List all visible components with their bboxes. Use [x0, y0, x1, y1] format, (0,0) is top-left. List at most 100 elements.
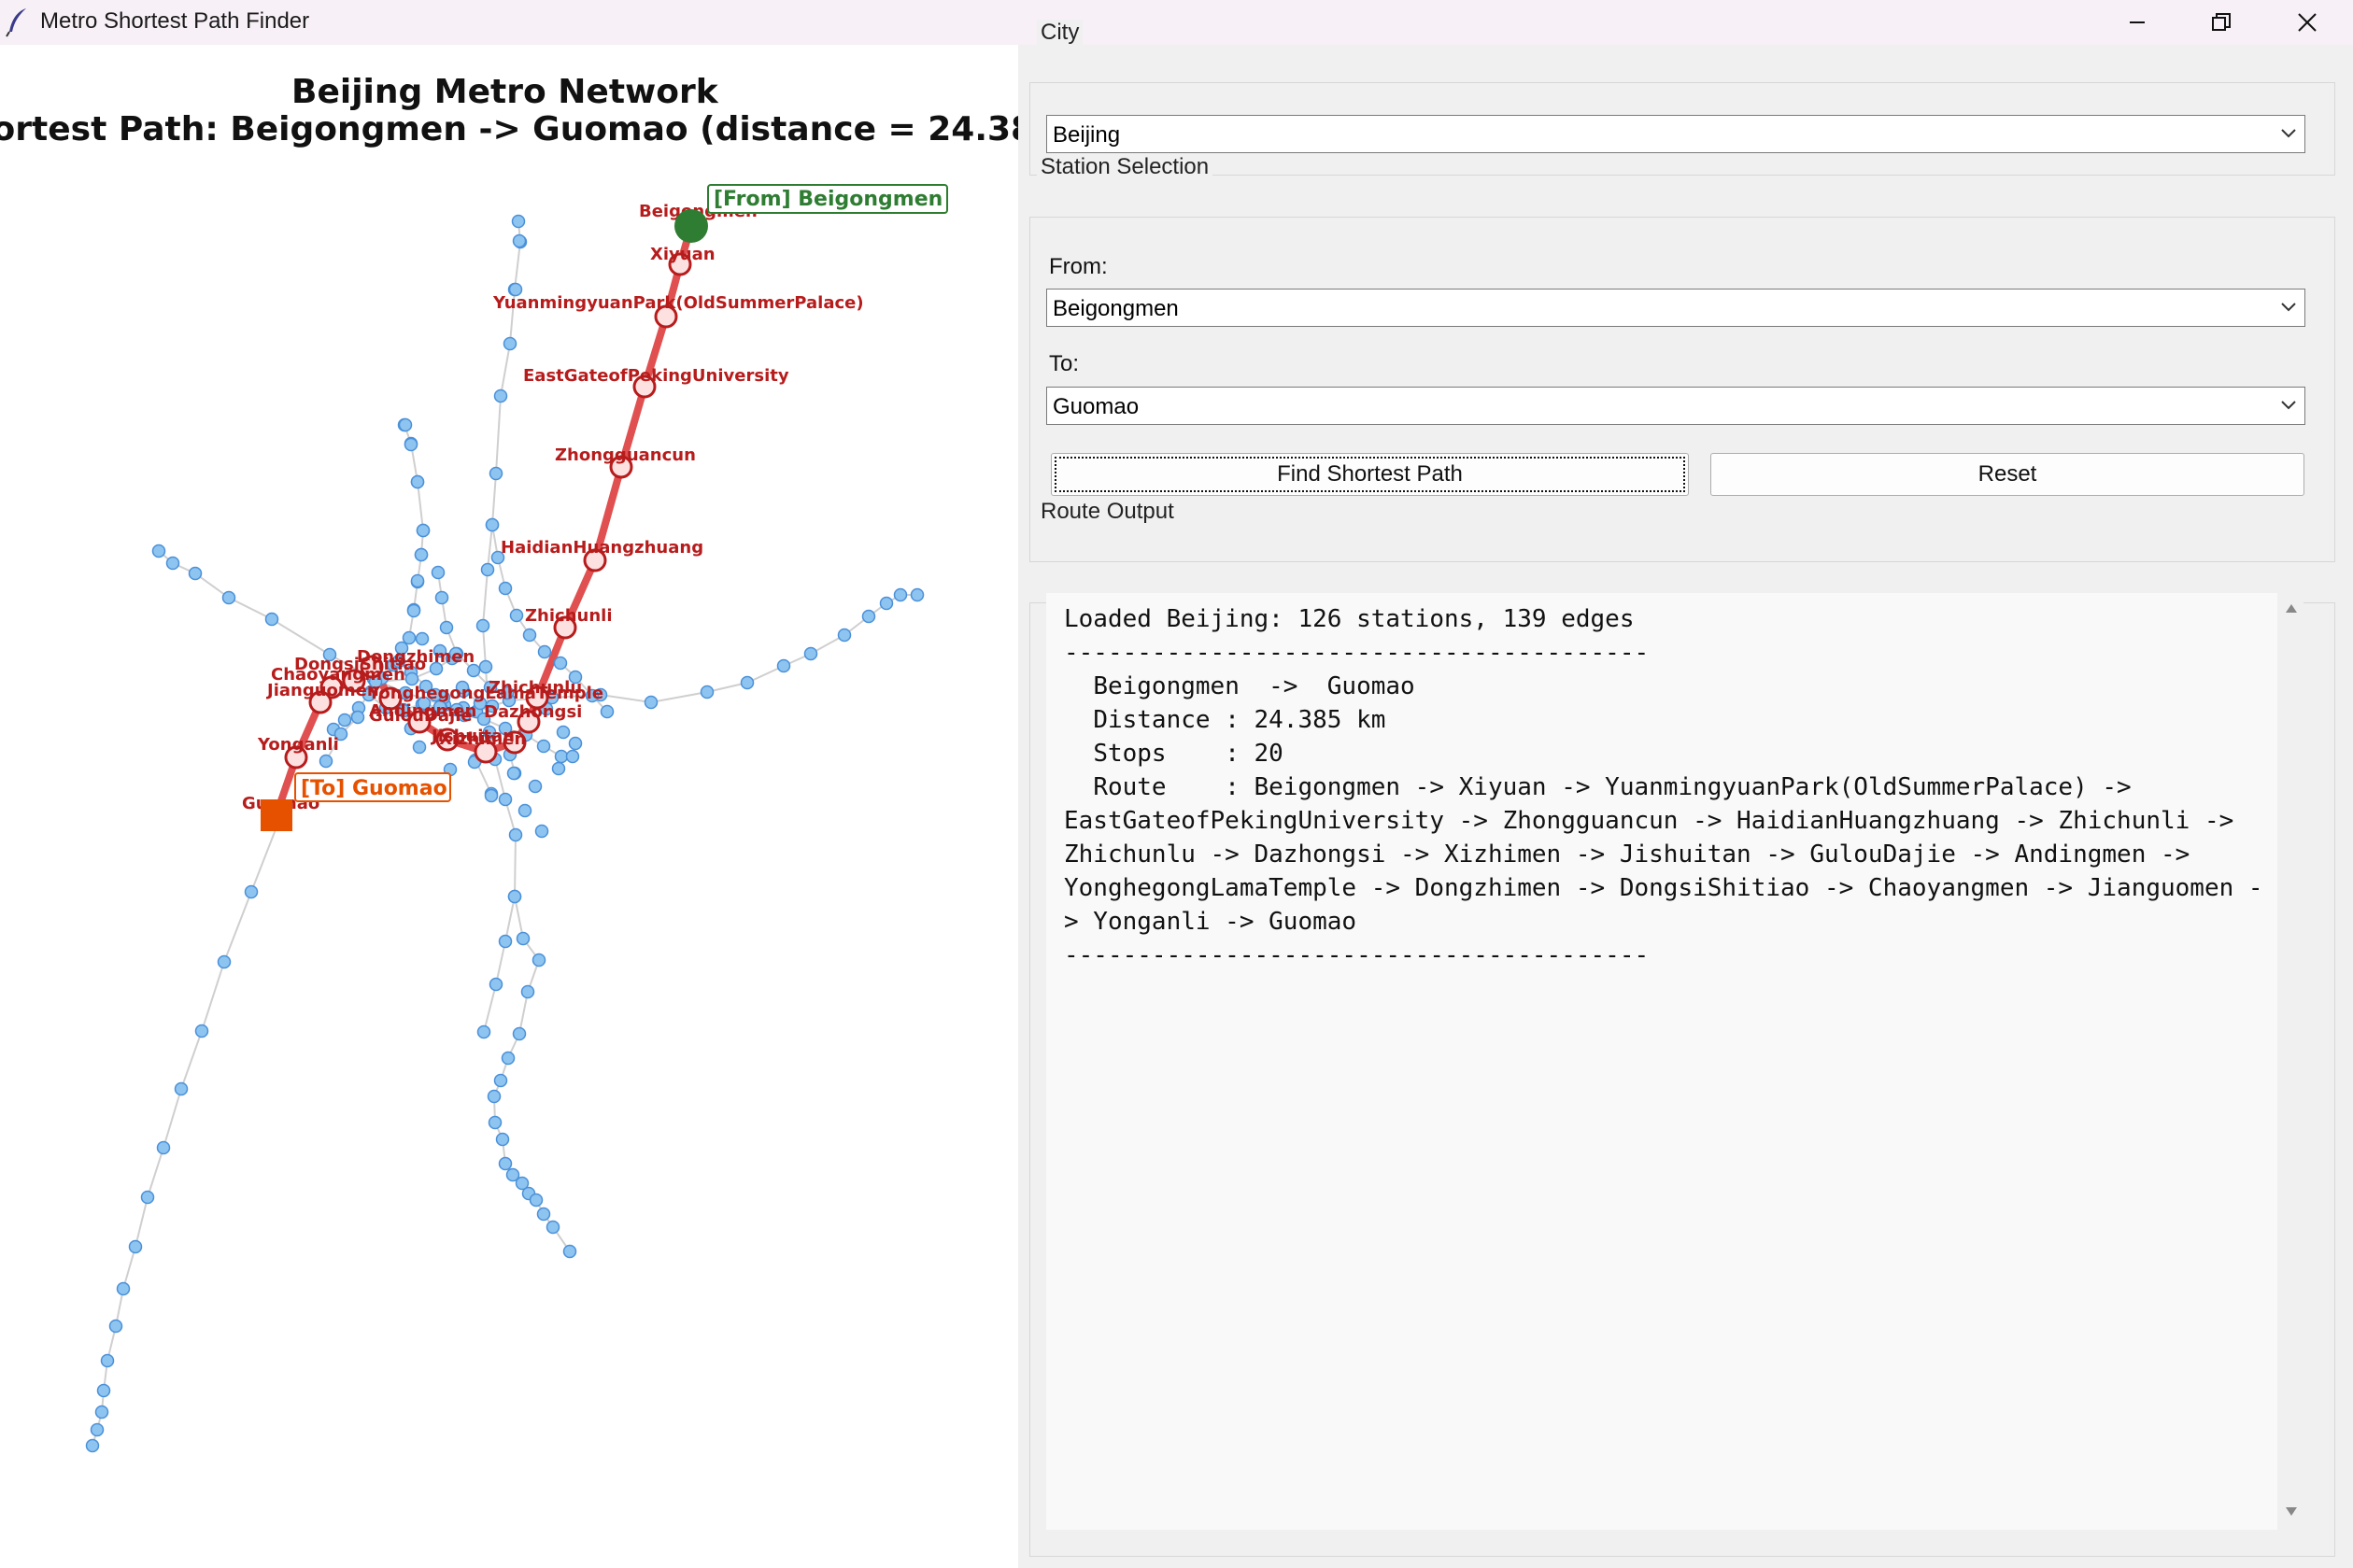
station-dot	[532, 953, 546, 968]
from-station-value: Beigongmen	[1053, 296, 1179, 321]
station-dot	[108, 1319, 123, 1334]
close-button[interactable]	[2264, 0, 2350, 45]
station-dot	[803, 646, 818, 661]
minimize-button[interactable]	[2094, 0, 2180, 45]
find-shortest-path-button[interactable]: Find Shortest Path	[1051, 453, 1689, 496]
station-dot	[536, 1207, 551, 1222]
scroll-up-arrow-icon[interactable]	[2284, 602, 2299, 614]
title-bar: Metro Shortest Path Finder	[0, 0, 2353, 45]
station-dot	[495, 1132, 510, 1147]
station-dot	[522, 628, 537, 643]
station-dot	[546, 1220, 560, 1235]
feather-icon	[6, 8, 26, 37]
station-dot	[398, 417, 413, 432]
station-dot	[516, 931, 531, 946]
chevron-down-icon	[2281, 303, 2296, 312]
station-dot	[174, 1081, 189, 1096]
station-label: Zhichunli	[525, 606, 613, 626]
to-station-select[interactable]: Guomao	[1046, 387, 2305, 425]
station-dot	[740, 675, 755, 690]
path-station-labels: BeigongmenXiyuanYuanmingyuanPark(OldSumm…	[242, 202, 864, 813]
station-dot	[128, 1239, 143, 1254]
station-dot	[217, 954, 232, 969]
start-station-marker	[674, 209, 708, 243]
station-label: Zhongguancun	[555, 445, 696, 465]
station-dot	[537, 644, 552, 659]
station-dot	[910, 587, 925, 602]
station-dot	[487, 1089, 502, 1104]
station-dot	[156, 1140, 171, 1155]
station-dot	[508, 827, 523, 842]
station-label: Yonganli	[257, 735, 339, 755]
route-output-text: Loaded Beijing: 126 stations, 139 edges …	[1064, 605, 2263, 969]
network-edge	[92, 814, 282, 1447]
to-tag: [To] Guomao	[301, 777, 447, 800]
station-dot	[534, 824, 549, 839]
window-title: Metro Shortest Path Finder	[40, 8, 310, 34]
station-dot	[553, 656, 568, 671]
station-dot	[506, 766, 521, 781]
station-dot	[498, 934, 513, 949]
station-dot	[165, 556, 180, 571]
station-label: Dazhongsi	[484, 702, 582, 722]
station-dot	[512, 1026, 527, 1041]
station-label: YuanmingyuanPark(OldSummerPalace)	[492, 293, 864, 313]
minimize-icon	[2130, 21, 2145, 23]
station-dot	[493, 1073, 508, 1088]
station-dot	[489, 466, 503, 481]
station-dot	[244, 884, 259, 899]
restore-icon	[2212, 13, 2231, 31]
station-dot	[498, 581, 513, 596]
station-dot	[529, 1193, 544, 1208]
station-label: HaidianHuangzhuang	[501, 538, 703, 558]
station-dot	[507, 889, 522, 904]
city-select-value: Beijing	[1053, 122, 1121, 148]
scroll-down-arrow-icon[interactable]	[2284, 1506, 2299, 1518]
station-dot	[861, 609, 876, 624]
network-edge	[483, 896, 516, 1033]
station-dot	[416, 523, 431, 538]
endpoint-markers: [From] Beigongmen [To] Guomao	[261, 184, 948, 831]
from-station-select[interactable]: Beigongmen	[1046, 289, 2305, 327]
city-select[interactable]: Beijing	[1046, 115, 2305, 153]
station-dot	[402, 630, 417, 645]
station-dot	[96, 1383, 111, 1398]
station-dot	[556, 725, 571, 740]
station-dot	[434, 590, 449, 605]
station-dot	[431, 565, 446, 580]
station-dot	[493, 388, 508, 403]
station-dot	[478, 659, 493, 674]
station-dot	[517, 803, 532, 818]
station-dot	[350, 710, 365, 725]
route-output-textbox[interactable]: Loaded Beijing: 126 stations, 139 edges …	[1046, 593, 2277, 1530]
station-dot	[337, 713, 352, 727]
station-dot	[194, 1024, 209, 1038]
station-dot	[412, 740, 427, 755]
end-station-marker	[261, 799, 292, 831]
station-dot	[406, 603, 421, 618]
station-label: EastGateofPekingUniversity	[523, 366, 789, 386]
reset-button[interactable]: Reset	[1710, 453, 2304, 496]
station-dot	[498, 792, 513, 807]
station-dot	[489, 977, 503, 992]
station-dot	[644, 695, 659, 710]
station-dot	[414, 547, 429, 562]
close-icon	[2298, 13, 2317, 32]
station-dot	[879, 596, 894, 611]
metro-map-panel: BeigongmenXiyuanYuanmingyuanPark(OldSumm…	[0, 45, 1018, 1568]
output-scrollbar[interactable]	[2277, 593, 2303, 1530]
to-station-value: Guomao	[1053, 394, 1140, 419]
station-dot	[562, 1244, 577, 1259]
station-dot	[188, 566, 203, 581]
station-dot	[512, 233, 527, 248]
map-title: Beijing Metro Network	[291, 73, 718, 111]
station-label: Xiyuan	[650, 245, 716, 264]
metro-network-map[interactable]: BeigongmenXiyuanYuanmingyuanPark(OldSumm…	[0, 45, 1018, 1568]
restore-button[interactable]	[2178, 0, 2264, 45]
station-dot	[498, 1156, 513, 1171]
station-dot	[116, 1281, 131, 1296]
to-label: To:	[1049, 351, 1080, 376]
chevron-down-icon	[2281, 401, 2296, 410]
station-label: YonghegongLamaTemple	[367, 684, 603, 703]
city-group-label: City	[1037, 20, 1084, 46]
